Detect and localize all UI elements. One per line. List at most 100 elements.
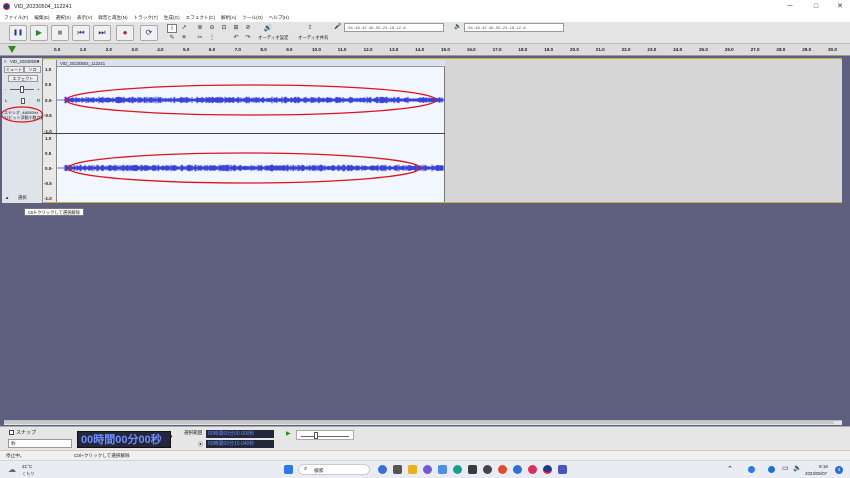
scrollbar-thumb[interactable] <box>4 421 834 424</box>
play-at-speed-icon[interactable]: ▶ <box>286 430 291 437</box>
track-menu-chevron-icon[interactable]: ▼ <box>36 59 40 64</box>
maximize-button[interactable]: □ <box>806 0 826 13</box>
zoom-toggle-icon[interactable]: ⊘ <box>243 24 253 33</box>
share-icon[interactable]: ⇪ <box>305 24 315 33</box>
menu-transport[interactable]: 録音と再生(N) <box>98 15 127 21</box>
envelope-tool-icon[interactable]: ↗ <box>179 24 189 33</box>
menu-generate[interactable]: 生成(G) <box>164 15 180 21</box>
task-view-icon[interactable] <box>393 465 402 474</box>
fit-project-icon[interactable]: ⊞ <box>231 24 241 33</box>
speaker-icon[interactable]: 🔊 <box>263 24 273 33</box>
teams-chat-icon[interactable] <box>423 465 432 474</box>
file-explorer-icon[interactable] <box>408 465 417 474</box>
snap-unit-select[interactable]: 秒 <box>8 439 72 448</box>
snap-checkbox[interactable] <box>9 430 14 435</box>
network-icon[interactable]: ▭ <box>782 464 789 472</box>
browser-icon[interactable] <box>513 465 522 474</box>
empty-track-region[interactable] <box>445 60 842 202</box>
zoom-out-icon[interactable]: ⊖ <box>207 24 217 33</box>
menu-help[interactable]: ヘルプ(H) <box>269 15 289 21</box>
time-display-menu-chevron-icon[interactable]: ▾ <box>170 434 173 440</box>
selection-start-time[interactable]: 00時間00分00.000秒 <box>206 430 274 438</box>
snap-label: スナップ <box>16 430 37 436</box>
waveform[interactable] <box>57 60 445 202</box>
effects-button[interactable]: エフェクト <box>8 75 38 82</box>
menu-analyze[interactable]: 解析(A) <box>221 15 236 21</box>
menu-tracks[interactable]: トラック(T) <box>134 15 158 21</box>
gain-slider-thumb[interactable] <box>20 86 24 93</box>
taskbar-search-box[interactable]: ⌕ 検索 <box>298 464 370 475</box>
close-window-button[interactable]: ✕ <box>830 0 850 13</box>
clip-title-bar[interactable]: VID_20230504_112241 <box>57 60 445 67</box>
menu-tools[interactable]: ツール(O) <box>242 15 262 21</box>
edge-icon[interactable] <box>453 465 462 474</box>
weather-desc[interactable]: くもり <box>22 471 35 477</box>
audio-clip[interactable] <box>57 60 445 202</box>
onedrive-icon[interactable] <box>748 466 755 473</box>
playback-meter[interactable]: -54 -48 -42 -36 -30 -24 -18 -12 -6 <box>464 23 564 32</box>
pause-button[interactable]: ❚❚ <box>9 25 27 41</box>
notification-badge[interactable]: 4 <box>835 466 843 474</box>
draw-tool-icon[interactable]: ✎ <box>167 34 177 43</box>
annotation-ellipse-track-info <box>1 106 44 123</box>
copilot-icon[interactable] <box>378 465 387 474</box>
menu-effect[interactable]: エフェクト(C) <box>186 15 215 21</box>
track-control-panel: × VID_20230504 ▼ ミュート ソロ エフェクト - + L R ス… <box>1 58 44 203</box>
audio-setup-button[interactable]: オーディオ設定 <box>258 35 288 41</box>
horizontal-scrollbar[interactable] <box>4 420 842 425</box>
play-speed-slider[interactable] <box>296 430 354 440</box>
redo-icon[interactable]: ↷ <box>243 34 253 43</box>
time-display[interactable]: 00時間00分00秒 <box>77 431 171 448</box>
selection-end-time[interactable]: 00時間00分15.040秒 <box>206 440 274 448</box>
fit-selection-icon[interactable]: ⊡ <box>219 24 229 33</box>
audacity-taskbar-icon[interactable] <box>543 465 552 474</box>
selection-mode-icon[interactable]: ⦿ <box>198 441 203 448</box>
stop-button[interactable]: ■ <box>51 25 69 41</box>
photos-icon[interactable] <box>528 465 537 474</box>
loop-button[interactable]: ⟳ <box>140 25 158 41</box>
show-hidden-icons-chevron-icon[interactable]: ⌃ <box>727 465 733 473</box>
record-button[interactable]: ● <box>116 25 134 41</box>
skip-to-start-button[interactable]: ⏮ <box>72 25 90 41</box>
menu-select[interactable]: 選択(S) <box>56 15 71 21</box>
menu-view[interactable]: 表示(V) <box>77 15 92 21</box>
clock-date[interactable]: 2023/05/07 <box>805 471 827 476</box>
menu-edit[interactable]: 編集(E) <box>34 15 49 21</box>
windows-start-icon[interactable] <box>284 465 293 474</box>
weather-cloud-icon[interactable]: ☁ <box>8 465 16 474</box>
ruler-tick-label: 18.0 <box>518 47 528 52</box>
terminal-icon[interactable] <box>468 465 477 474</box>
solo-button[interactable]: ソロ <box>24 66 41 73</box>
audacity-app-icon <box>3 3 10 10</box>
play-speed-thumb[interactable] <box>314 432 318 439</box>
zoom-in-icon[interactable]: ⊕ <box>195 24 205 33</box>
play-button[interactable]: ▶ <box>30 25 48 41</box>
trim-icon[interactable]: ✂ <box>195 34 205 43</box>
share-audio-button[interactable]: オーディオ共有 <box>298 35 328 41</box>
undo-icon[interactable]: ↶ <box>231 34 241 43</box>
volume-icon[interactable]: 🔈 <box>793 464 802 472</box>
mute-button[interactable]: ミュート <box>4 66 24 73</box>
minimize-button[interactable]: ─ <box>780 0 800 13</box>
paint-icon[interactable] <box>558 465 567 474</box>
track-name[interactable]: VID_20230504 <box>10 59 39 64</box>
clock-time[interactable]: 9:16 <box>819 464 828 469</box>
chrome-icon[interactable] <box>498 465 507 474</box>
silence-icon[interactable]: ⋮ <box>207 34 217 43</box>
skip-to-end-button[interactable]: ⏭ <box>93 25 111 41</box>
collapse-track-icon[interactable]: ▲ <box>5 195 9 200</box>
store-icon[interactable] <box>438 465 447 474</box>
timeline-ruler[interactable]: 0.0 1.0 2.0 3.0 4.0 5.0 6.0 7.0 8.0 9.0 10.0 11.0 12… <box>0 44 850 56</box>
multi-tool-icon[interactable]: ✳ <box>179 34 189 43</box>
recording-meter[interactable]: -54 -48 -42 -36 -30 -24 -18 -12 -6 <box>344 23 444 32</box>
media-icon[interactable] <box>483 465 492 474</box>
pan-slider-thumb[interactable] <box>21 98 25 104</box>
timeline-pin-icon[interactable] <box>8 46 16 53</box>
ruler-tick-label: 30.0 <box>828 47 837 52</box>
menu-file[interactable]: ファイル(F) <box>4 15 28 21</box>
selection-tool-icon[interactable]: I <box>167 24 177 33</box>
cloud-sync-icon[interactable] <box>768 466 775 473</box>
weather-temp[interactable]: 21°C <box>22 464 32 469</box>
select-track-button[interactable]: 選択 <box>18 195 27 201</box>
track-close-button[interactable]: × <box>4 59 7 64</box>
